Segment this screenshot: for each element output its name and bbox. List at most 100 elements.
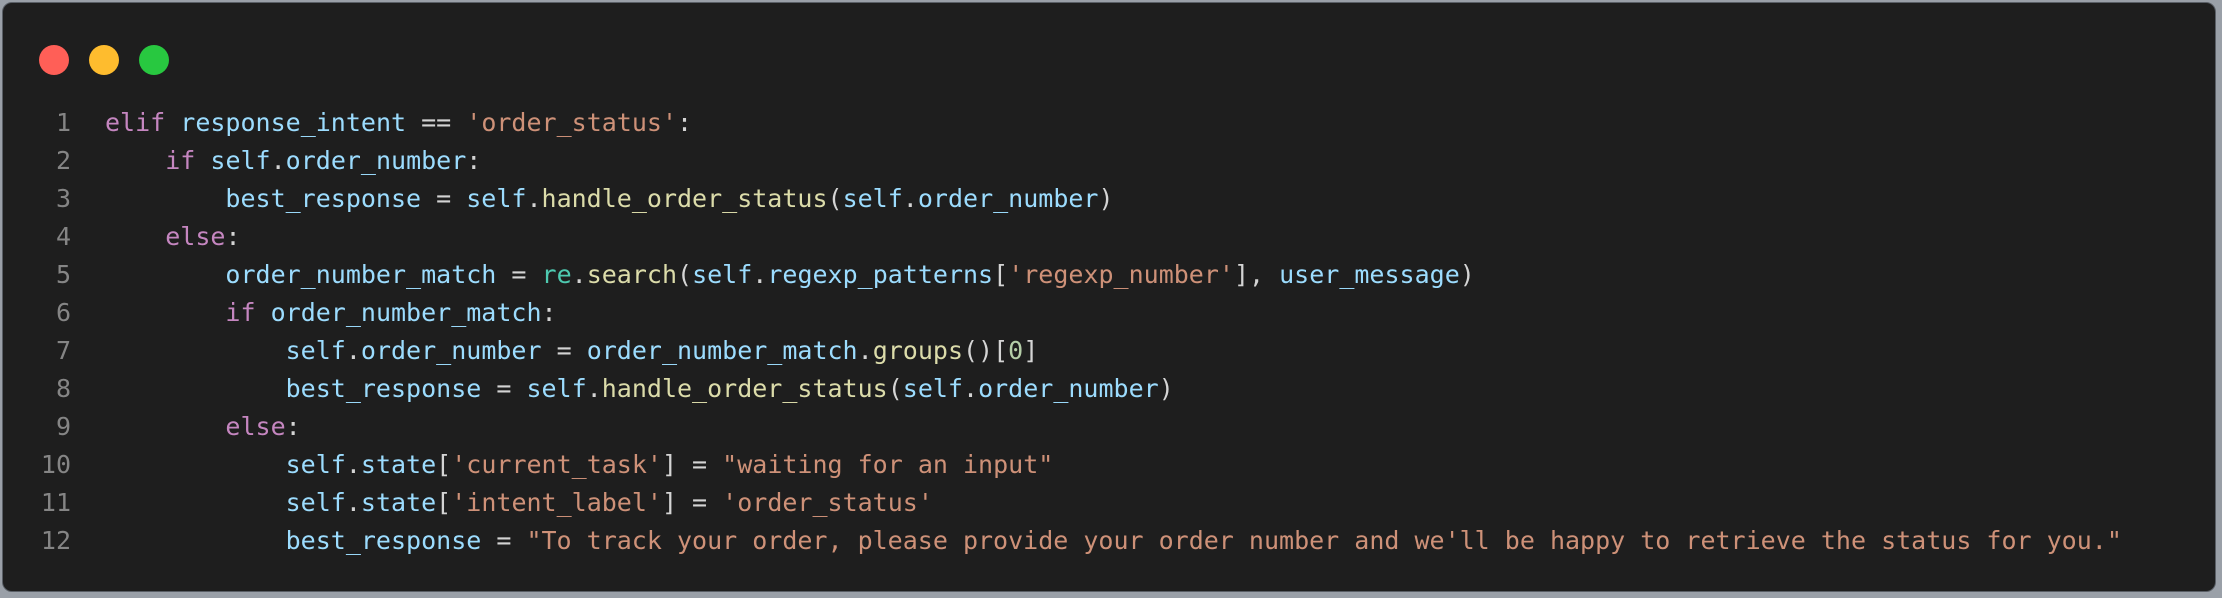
code-token: . <box>345 488 361 517</box>
line-number: 5 <box>55 260 71 289</box>
code-token: == <box>406 108 467 137</box>
code-line: 9 else: <box>3 408 2217 446</box>
code-token: self <box>692 260 753 289</box>
line-number: 9 <box>55 412 71 441</box>
code-token: else <box>225 412 286 441</box>
code-token: ) <box>1459 260 1475 289</box>
code-token: best_response <box>285 526 482 555</box>
code-token: = <box>541 336 587 365</box>
code-token: ()[ <box>963 336 1009 365</box>
code-token: [ <box>436 450 452 479</box>
code-line: 12 best_response = "To track your order,… <box>3 522 2217 560</box>
code-token: if <box>165 146 196 175</box>
code-token: : <box>466 146 482 175</box>
code-token: 'intent_label' <box>451 488 662 517</box>
code-text: order_number_match = re.search(self.rege… <box>105 256 1475 294</box>
code-line: 8 best_response = self.handle_order_stat… <box>3 370 2217 408</box>
code-token: ] = <box>661 450 723 479</box>
code-token: self <box>285 488 346 517</box>
code-line: 7 self.order_number = order_number_match… <box>3 332 2217 370</box>
code-token: 'order_status' <box>722 488 933 517</box>
line-number: 2 <box>55 146 71 175</box>
line-number: 8 <box>55 374 71 403</box>
code-token: ] <box>1023 336 1039 365</box>
code-text: best_response = self.handle_order_status… <box>105 180 1114 218</box>
code-token: order_number <box>978 374 1159 403</box>
line-number: 4 <box>55 222 71 251</box>
code-token: self <box>285 336 346 365</box>
code-token: . <box>526 184 542 213</box>
code-token: handle_order_status <box>541 184 828 213</box>
code-token: best_response <box>225 184 422 213</box>
code-token: ( <box>677 260 693 289</box>
code-token: : <box>225 222 241 251</box>
line-number: 1 <box>55 108 71 137</box>
code-line: 10 self.state['current_task'] = "waiting… <box>3 446 2217 484</box>
code-token: state <box>360 488 437 517</box>
code-token: . <box>902 184 918 213</box>
code-token: handle_order_status <box>601 374 888 403</box>
code-token: ) <box>1098 184 1114 213</box>
code-token: ] = <box>661 488 723 517</box>
code-token: ], <box>1233 260 1280 289</box>
code-token: order_number <box>917 184 1099 213</box>
code-token: : <box>285 412 301 441</box>
code-token: = <box>421 184 467 213</box>
code-line: 2 if self.order_number: <box>3 142 2217 180</box>
line-number: 7 <box>55 336 71 365</box>
code-token: if <box>225 298 256 327</box>
code-token: search <box>586 260 677 289</box>
code-token: "To track your order, please provide you… <box>526 526 2122 555</box>
code-text: best_response = "To track your order, pl… <box>105 522 2122 560</box>
code-token: else <box>165 222 226 251</box>
code-token: [ <box>436 488 452 517</box>
code-token: . <box>270 146 286 175</box>
line-number: 12 <box>40 526 71 555</box>
code-text: best_response = self.handle_order_status… <box>105 370 1174 408</box>
code-line: 11 self.state['intent_label'] = 'order_s… <box>3 484 2217 522</box>
code-token: ) <box>1158 374 1174 403</box>
code-token: . <box>586 374 602 403</box>
code-token: ( <box>827 184 843 213</box>
code-token: 'regexp_number' <box>1008 260 1234 289</box>
code-token: = <box>481 374 527 403</box>
line-number: 6 <box>55 298 71 327</box>
code-token: user_message <box>1279 260 1460 289</box>
code-token: self <box>842 184 903 213</box>
code-token: 'current_task' <box>451 450 662 479</box>
code-token: regexp_patterns <box>767 260 994 289</box>
code-text: elif response_intent == 'order_status': <box>105 104 692 142</box>
code-text: if self.order_number: <box>105 142 481 180</box>
code-token: [ <box>993 260 1009 289</box>
line-number: 11 <box>40 488 71 517</box>
line-number: 3 <box>55 184 71 213</box>
close-dot-icon[interactable] <box>39 45 69 75</box>
code-token: . <box>571 260 587 289</box>
code-token: ( <box>887 374 903 403</box>
code-token: self <box>902 374 963 403</box>
code-text: self.state['current_task'] = "waiting fo… <box>105 446 1054 484</box>
code-token: order_number <box>285 146 467 175</box>
minimize-dot-icon[interactable] <box>89 45 119 75</box>
code-token: : <box>677 108 693 137</box>
code-token: self <box>466 184 527 213</box>
code-token: . <box>345 450 361 479</box>
code-token: self <box>285 450 346 479</box>
code-token: : <box>541 298 557 327</box>
code-token: . <box>963 374 979 403</box>
code-token: order_number_match <box>270 298 542 327</box>
code-text: else: <box>105 218 241 256</box>
zoom-dot-icon[interactable] <box>139 45 169 75</box>
code-token: best_response <box>285 374 482 403</box>
code-token: . <box>857 336 873 365</box>
code-token: order_number_match <box>586 336 858 365</box>
code-line: 5 order_number_match = re.search(self.re… <box>3 256 2217 294</box>
line-number: 10 <box>40 450 71 479</box>
code-token: 'order_status' <box>466 108 677 137</box>
code-line: 6 if order_number_match: <box>3 294 2217 332</box>
code-token: state <box>360 450 437 479</box>
code-token: . <box>345 336 361 365</box>
